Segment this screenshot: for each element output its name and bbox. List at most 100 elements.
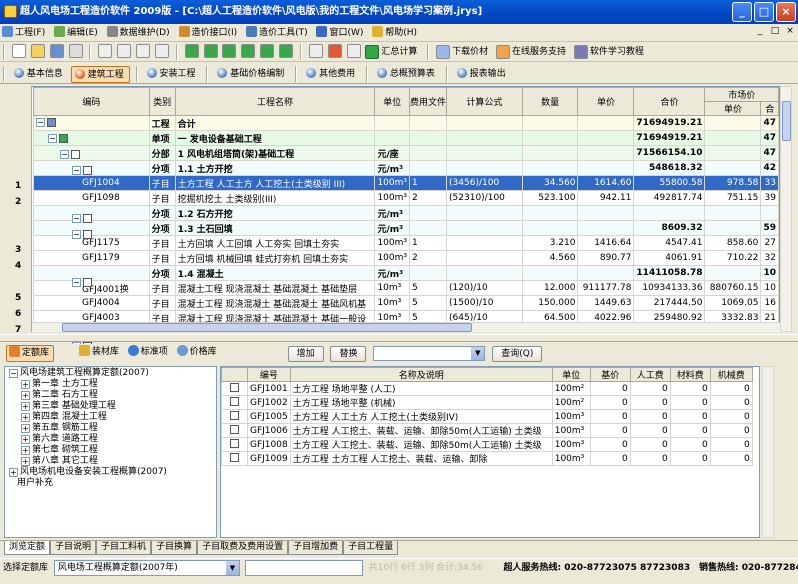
mdi-minimize-button[interactable]: _ [754,26,766,36]
grid-cell-qty[interactable]: 4.560 [521,250,579,266]
tree-node[interactable]: 用户补充 [5,478,216,489]
grid-cell-mprice[interactable] [704,160,762,176]
quota-row[interactable]: GFJ1009 土方工程 土方工程 人工挖土、装载、运输、卸除 100m³ 0 0 0 0 [221,451,753,466]
grid-cell-price[interactable] [577,265,635,281]
grid-cell-mprice[interactable] [704,145,762,161]
tab-building[interactable]: 建筑工程 [70,66,130,83]
grid-cell-fee[interactable]: 1 [409,235,448,251]
grid-cell-total[interactable]: 71566154.10 [633,145,706,161]
grid-cell-name[interactable]: 1.4 混凝土 [174,265,376,281]
row-number[interactable]: 4 [10,259,32,274]
grid-cell-name[interactable]: 1.2 石方开挖 [174,205,376,221]
download-prices-button[interactable]: 下载价材 [435,43,492,61]
collapse-icon[interactable]: − [36,118,45,127]
quota-cell-code[interactable]: GFJ1008 [247,437,291,452]
material-library-button[interactable]: 装材库 [77,345,123,362]
grid-cell-mtotal[interactable]: 39 [760,190,779,206]
save-all-icon[interactable] [68,44,83,58]
grid-cell-unit[interactable] [374,115,411,131]
quota-cell-machine[interactable]: 0 [709,381,753,396]
grid-cell-unit[interactable]: 100m³ [374,175,411,191]
filter-dropdown[interactable]: ▼ [373,346,486,361]
quota-cell-code[interactable]: GFJ1006 [247,423,291,438]
row-number[interactable]: 1 [10,179,32,194]
collapse-icon[interactable]: − [72,166,81,175]
grid-cell-formula[interactable] [446,220,523,236]
quota-cell-material[interactable]: 0 [669,451,711,466]
grid-cell-unit[interactable]: 元/m³ [374,220,411,236]
grid-cell-unit[interactable]: 10m³ [374,280,411,296]
quota-cell-check[interactable] [221,451,248,466]
grid-cell-mprice[interactable]: 858.60 [704,235,762,251]
grid-cell-mtotal[interactable]: 33 [760,175,779,191]
quota-list[interactable]: 编号 名称及说明 单位 基价 人工费 材料费 机械费 GFJ1001 土方工程 场… [220,366,760,538]
quota-cell-name[interactable]: 土方工程 人工土方 人工挖土(土类级别IV) [289,409,553,424]
undo-icon[interactable] [98,44,113,58]
grid-cell-name[interactable]: 挖掘机挖土 土类级别(III) [174,190,376,206]
quota-cell-code[interactable]: GFJ1002 [247,395,291,410]
quota-cell-code[interactable]: GFJ1009 [247,451,291,466]
quota-cell-labor[interactable]: 0 [629,395,671,410]
quota-cell-base[interactable]: 0 [589,395,631,410]
quota-cell-material[interactable]: 0 [669,381,711,396]
quota-cell-labor[interactable]: 0 [629,423,671,438]
quota-cell-check[interactable] [221,395,248,410]
quota-tree[interactable]: − 风电场建筑工程概算定额(2007) + 第一章 土方工程 + 第二章 石方工程 + 第三章… [4,366,217,538]
row-number[interactable] [10,131,32,146]
quota-cell-unit[interactable]: 100m³ [551,423,591,438]
grid-cell-formula[interactable] [446,145,523,161]
delete-icon[interactable] [327,44,342,58]
query-button[interactable]: 查询(Q) [492,346,543,362]
grid-cell-qty[interactable]: 523.100 [521,190,579,206]
grid-row[interactable]: GFJ1004 子目 土方工程 人工土方 人工挖土(土类级别 III) 100m³ 1(… [33,175,779,191]
grid-horizontal-scrollbar[interactable] [32,322,780,332]
grid-cell-total[interactable] [633,205,706,221]
grid-cell-total[interactable]: 71694919.21 [633,115,706,131]
quota-row[interactable]: GFJ1001 土方工程 场地平整 (人工) 100m² 0 0 0 0 [221,381,753,396]
new-file-icon[interactable] [11,44,26,58]
header-market-price[interactable]: 单价 [704,101,762,116]
grid-cell-qty[interactable]: 12.000 [521,280,579,296]
grid-cell-formula[interactable] [446,235,523,251]
grid-cell-unit[interactable] [374,130,411,146]
estimate-grid[interactable]: 编码 类别 工程名称 单位 费用文件 计算公式 数量 单价 合价 市场价 单价 … [10,86,780,332]
menu-tools[interactable]: 造价工具(T) [244,24,312,42]
grid-cell-name[interactable]: 一 发电设备基础工程 [174,130,376,146]
menu-edit[interactable]: 编辑(E) [52,24,102,42]
grid-cell-name[interactable]: 土方回填 机械回填 蛙式打夯机 回填土夯实 [174,250,376,266]
grid-cell-code[interactable]: GFJ1179 [33,250,150,266]
grid-cell-mtotal[interactable]: 10 [760,280,779,296]
grid-cell-name[interactable]: 混凝土工程 现浇混凝土 基础混凝土 基础风机基 [174,295,376,311]
grid-cell-cat[interactable]: 分项 [148,160,176,176]
grid-cell-cat[interactable]: 子目 [148,190,176,206]
grid-cell-fee[interactable]: 2 [409,190,448,206]
collapse-icon[interactable]: − [48,134,57,143]
header-fee-file[interactable]: 费用文件 [409,87,448,116]
library-select[interactable]: 风电场工程概算定额(2007年) ▼ [53,560,240,576]
grid-cell-mprice[interactable] [704,220,762,236]
collapse-icon[interactable]: − [60,150,69,159]
quota-header-code[interactable]: 编号 [247,367,291,382]
quota-row[interactable]: GFJ1005 土方工程 人工土方 人工挖土(土类级别IV) 100m³ 0 0 0 0 [221,409,753,424]
grid-vertical-scrollbar[interactable] [780,86,792,332]
grid-cell-total[interactable]: 55800.58 [633,175,706,191]
tree-node[interactable]: + 第五章 钢筋工程 [5,423,216,434]
row-checkbox[interactable] [230,383,239,392]
quota-cell-unit[interactable]: 100m³ [551,451,591,466]
grid-cell-formula[interactable]: (3456)/100 [446,175,523,191]
tab-item-surcharge[interactable]: 子目增加费 [288,541,344,555]
grid-cell-cat[interactable]: 分项 [148,265,176,281]
grid-cell-qty[interactable] [521,205,579,221]
grid-cell-cat[interactable]: 子目 [148,295,176,311]
tab-report[interactable]: 报表输出 [454,66,511,83]
collapse-icon[interactable]: − [72,278,81,287]
grid-cell-price[interactable] [577,115,635,131]
save-icon[interactable] [49,44,64,58]
copy-icon[interactable] [136,44,150,58]
quota-cell-labor[interactable]: 0 [629,451,671,466]
grid-cell-total[interactable]: 4061.91 [633,250,706,266]
grid-cell-qty[interactable]: 34.560 [521,175,579,191]
grid-cell-price[interactable]: 911177.78 [577,280,635,296]
menu-help[interactable]: 帮助(H) [370,24,421,42]
grid-cell-formula[interactable] [446,205,523,221]
